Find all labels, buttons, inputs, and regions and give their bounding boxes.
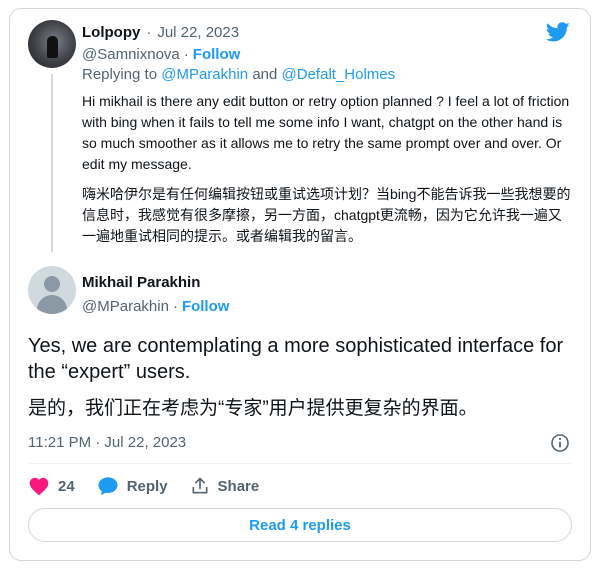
reply-author-row: Lolpopy · Jul 22, 2023	[82, 22, 239, 42]
main-handle-row: @MParakhin · Follow	[82, 296, 229, 316]
reply-tweet-text: Hi mikhail is there any edit button or r…	[82, 93, 570, 172]
replying-and: and	[252, 66, 278, 83]
reply-label: Reply	[126, 477, 168, 495]
like-count: 24	[58, 477, 75, 495]
thread-connector-line	[51, 74, 53, 252]
share-button[interactable]: Share	[190, 476, 260, 496]
follow-button[interactable]: Follow	[193, 46, 241, 63]
replying-to-line: Replying to @MParakhin and @Defalt_Holme…	[82, 66, 395, 83]
main-tweet-translation: 是的，我们正在考虑为“专家”用户提供更复杂的界面。	[28, 398, 478, 419]
tweet-timestamp[interactable]: 11:21 PM · Jul 22, 2023	[28, 434, 186, 451]
separator-dot: ·	[183, 45, 189, 63]
heart-icon	[29, 477, 49, 496]
mention-link[interactable]: @MParakhin	[161, 66, 248, 83]
reply-author-handle[interactable]: @Samnixnova	[82, 46, 180, 63]
main-tweet-text: Yes, we are contemplating a more sophist…	[28, 335, 564, 383]
avatar-placeholder-body	[37, 295, 67, 314]
reply-icon	[98, 477, 118, 496]
info-icon[interactable]	[550, 433, 570, 453]
reply-author-name[interactable]: Lolpopy	[82, 24, 140, 41]
reply-date[interactable]: Jul 22, 2023	[157, 24, 239, 41]
twitter-logo-icon[interactable]	[544, 20, 572, 44]
reply-handle-row: @Samnixnova · Follow	[82, 44, 240, 64]
separator-dot: ·	[146, 23, 152, 41]
main-author-handle[interactable]: @MParakhin	[82, 298, 169, 315]
main-author-name[interactable]: Mikhail Parakhin	[82, 274, 200, 291]
main-author-row: Mikhail Parakhin	[82, 274, 200, 294]
share-icon	[192, 477, 208, 494]
separator-dot: ·	[172, 297, 178, 315]
reply-tweet-translation: 嗨米哈伊尔是有任何编辑按钮或重试选项计划？当bing不能告诉我一些我想要的信息时…	[82, 186, 571, 244]
reply-button[interactable]: Reply	[97, 476, 168, 496]
follow-button[interactable]: Follow	[182, 298, 230, 315]
replying-prefix: Replying to	[82, 66, 158, 83]
avatar-placeholder-head	[44, 276, 60, 292]
read-replies-button[interactable]: Read 4 replies	[28, 508, 572, 542]
tweet-actions: 24 Reply Share	[28, 475, 281, 497]
avatar[interactable]	[28, 266, 76, 314]
like-button[interactable]: 24	[28, 476, 75, 496]
avatar[interactable]	[28, 20, 76, 68]
divider	[28, 463, 572, 464]
share-label: Share	[217, 477, 260, 495]
mention-link[interactable]: @Defalt_Holmes	[282, 66, 396, 83]
